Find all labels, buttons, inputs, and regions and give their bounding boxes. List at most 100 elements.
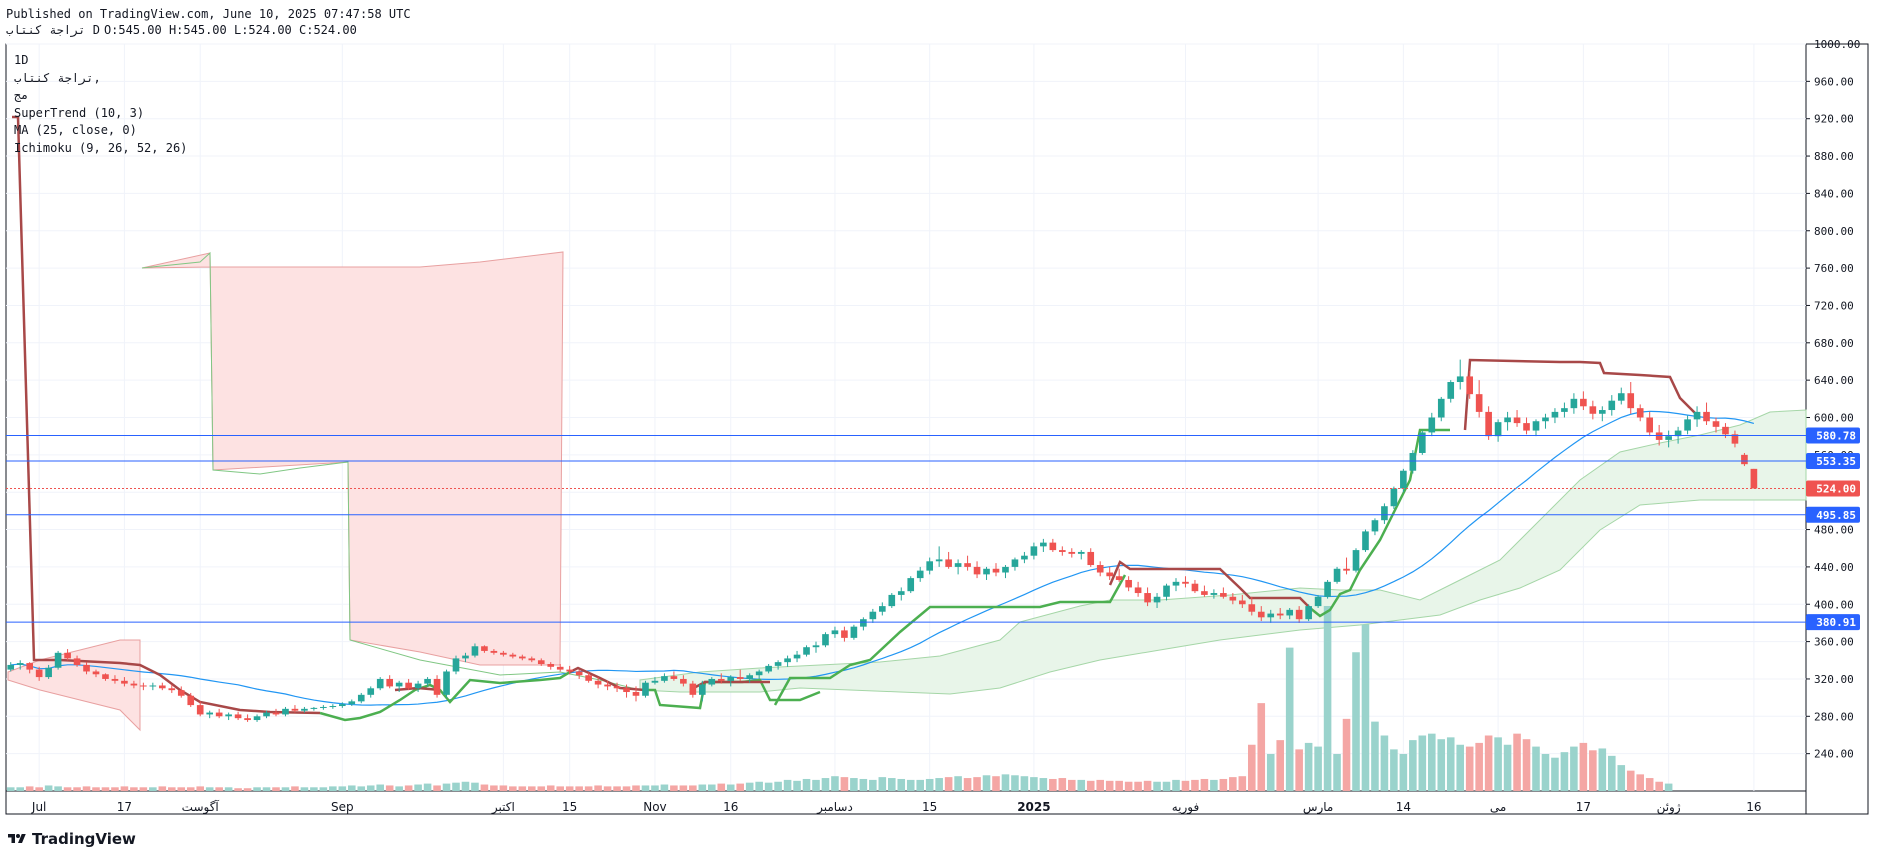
candle-body (490, 650, 498, 653)
price-tick-label: 440.00 (1814, 561, 1854, 574)
legend-supertrend[interactable]: SuperTrend (10, 3) (14, 105, 187, 123)
volume-bar (376, 784, 384, 791)
time-tick-label: ژوئن (1657, 800, 1681, 815)
candle-body (1002, 566, 1009, 573)
level-price-tag-label: 380.91 (1816, 616, 1856, 629)
volume-bar (1456, 744, 1464, 791)
volume-bar (1399, 754, 1408, 791)
volume-bar (395, 786, 403, 791)
volume-bar (1124, 781, 1133, 791)
volume-bar (878, 777, 887, 791)
volume-bar (1229, 777, 1237, 791)
legend-ichimoku[interactable]: Ichimoku (9, 26, 52, 26) (14, 140, 187, 158)
volume-bar (291, 786, 299, 791)
volume-bar (992, 776, 1000, 791)
volume-bar (689, 785, 697, 791)
volume-bar (433, 785, 441, 791)
price-tick-label: 240.00 (1814, 748, 1854, 761)
candle-body (1447, 382, 1455, 399)
volume-bar (973, 777, 981, 791)
candle-body (537, 660, 545, 665)
candle-body (1191, 583, 1199, 592)
candle-body (812, 645, 820, 648)
candle-body (642, 682, 649, 696)
candle-body (793, 654, 801, 659)
candle-body (1684, 419, 1691, 431)
volume-bar (92, 787, 100, 791)
volume-bar (348, 785, 356, 791)
candle-body (471, 646, 479, 656)
volume-bar (537, 786, 546, 791)
volume-bar (1446, 737, 1455, 791)
volume-bar (1134, 781, 1142, 791)
volume-bar (1295, 749, 1303, 791)
volume-bar (528, 786, 536, 791)
ichimoku-cloud-bullish (639, 409, 1807, 695)
candle-body (130, 683, 138, 686)
candle-body (102, 674, 109, 679)
candle-body (1627, 393, 1635, 409)
candle-body (1589, 406, 1597, 414)
volume-bar (1285, 647, 1294, 791)
candle-body (1561, 408, 1568, 412)
volume-bar (1105, 780, 1114, 791)
volume-bar (1380, 735, 1389, 791)
candle-body (1220, 593, 1227, 597)
candle-body (1712, 421, 1720, 427)
candle-body (83, 664, 90, 672)
candle-body (1049, 542, 1057, 551)
volume-bar (234, 788, 242, 791)
time-tick-label: 15 (922, 800, 937, 814)
volume-bar (1570, 746, 1578, 791)
volume-bar (1210, 779, 1218, 791)
candle-body (1513, 417, 1521, 424)
level-price-tag-label: 580.78 (1816, 429, 1856, 442)
price-tick-label: 480.00 (1814, 524, 1854, 537)
volume-bar (679, 785, 688, 791)
candle-body (1115, 576, 1123, 580)
volume-bar (1191, 779, 1199, 791)
price-chart[interactable]: 1000.00 960.00 920.00 880.00 840.00 800.00 760… (0, 0, 1878, 858)
candle-body (1580, 398, 1587, 407)
volume-bar (196, 786, 204, 791)
volume-bar (281, 787, 290, 791)
candle-body (509, 654, 517, 657)
candle-body (215, 712, 223, 717)
volume-bar (745, 782, 754, 791)
legend-ma[interactable]: MA (25, close, 0) (14, 122, 187, 140)
candle-body (1352, 550, 1360, 571)
candle-body (765, 665, 772, 672)
candle-body (73, 658, 81, 665)
volume-bar (1608, 755, 1616, 791)
volume-bar (1361, 624, 1370, 791)
candle-body (651, 680, 659, 683)
volume-bar (404, 785, 413, 791)
time-tick-label: فوریه (1172, 800, 1200, 815)
volume-bar (584, 786, 593, 791)
volume-bar (1390, 749, 1398, 791)
price-tick-label: 640.00 (1814, 374, 1854, 387)
candle-body (803, 647, 810, 655)
volume-bar (774, 781, 782, 791)
time-tick-label: مارس (1303, 800, 1334, 815)
candle-body (1523, 423, 1530, 431)
candle-body (661, 676, 668, 681)
volume-bar (1030, 777, 1038, 791)
candle-body (916, 570, 924, 579)
candle-body (604, 684, 611, 687)
candle-body (680, 678, 687, 684)
candle-body (1381, 506, 1388, 521)
volume-bar (518, 786, 527, 791)
volume-bar (660, 784, 669, 791)
volume-bar (1020, 776, 1029, 791)
candle-body (1087, 551, 1095, 566)
volume-bar (783, 779, 792, 791)
candle-body (443, 671, 450, 695)
candle-body (1570, 398, 1578, 409)
time-tick-label: Jul (31, 800, 46, 814)
volume-bar (1655, 781, 1663, 791)
volume-bar (1086, 780, 1095, 791)
candle-body (1021, 555, 1028, 560)
candle-body (831, 630, 839, 635)
volume-bar (215, 787, 223, 791)
